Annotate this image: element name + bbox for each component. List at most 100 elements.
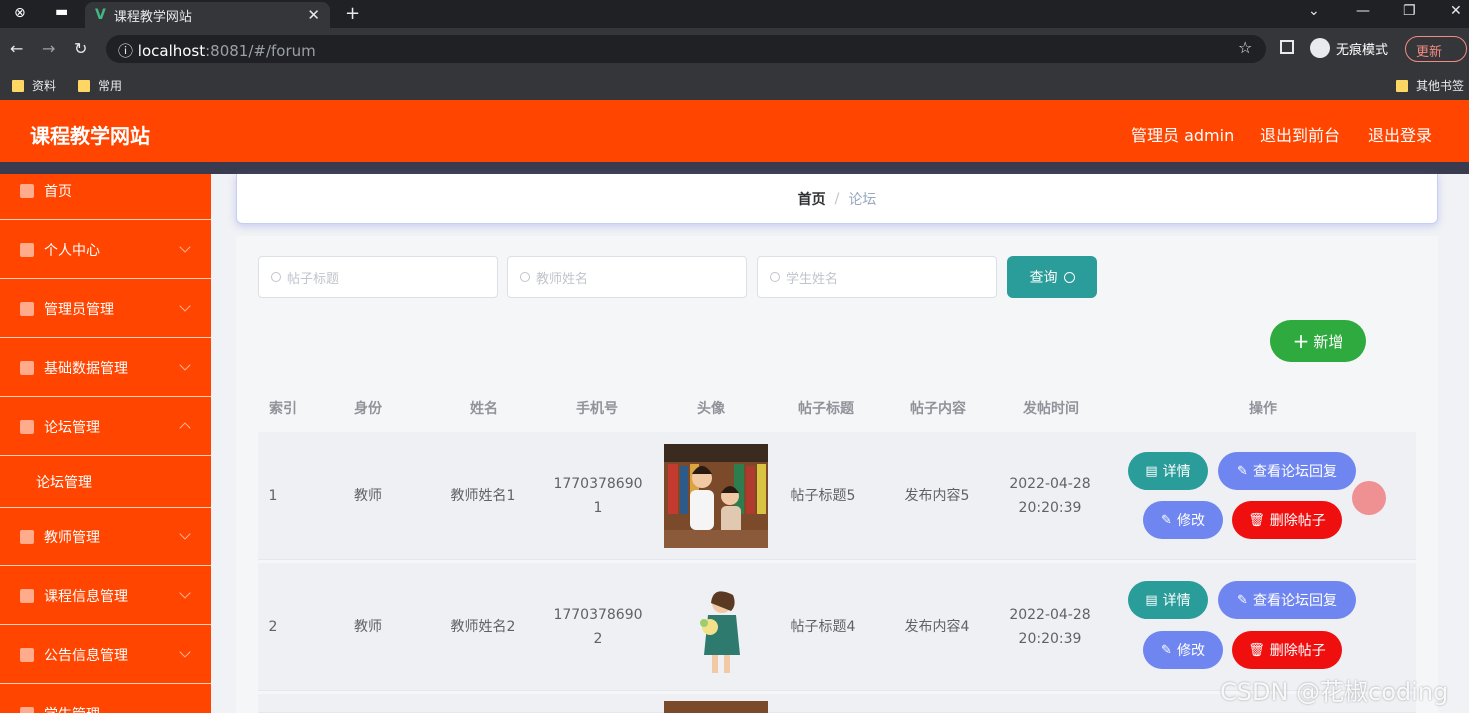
minimize-icon[interactable]: —: [1356, 3, 1370, 19]
incognito-indicator[interactable]: 无痕模式: [1310, 38, 1388, 58]
sidebar-item-label: 公告信息管理: [44, 645, 128, 665]
col-header-content: 帖子内容: [898, 398, 978, 418]
col-header-phone: 手机号: [567, 398, 627, 418]
url-field[interactable]: ⓘ localhost:8081/#/forum: [106, 35, 1266, 63]
search-icon: [271, 272, 281, 282]
col-header-time: 发帖时间: [1011, 398, 1091, 418]
cell-content: 发布内容4: [892, 615, 982, 639]
sidebar-item-base-data[interactable]: 基础数据管理: [0, 339, 211, 397]
delete-label: 删除帖子: [1270, 640, 1326, 660]
forum-icon: [20, 420, 34, 434]
detail-button[interactable]: ▤详情: [1128, 452, 1208, 490]
date-line: 2022-04-28: [1000, 603, 1100, 627]
tab-search-icon[interactable]: ▬: [55, 4, 68, 20]
delete-post-button[interactable]: 🗑 删除帖子: [1232, 631, 1342, 669]
edit-icon: ✎: [1237, 593, 1248, 608]
sidebar-item-label: 学生管理: [44, 704, 100, 713]
url-host: localhost: [138, 42, 205, 60]
breadcrumb-home[interactable]: 首页: [798, 189, 826, 209]
sidepanel-icon[interactable]: [1280, 40, 1294, 54]
reload-icon[interactable]: ↻: [74, 39, 87, 58]
app-title: 课程教学网站: [30, 120, 150, 149]
vue-logo-icon: V: [95, 7, 106, 23]
window-close-icon[interactable]: ✕: [1450, 3, 1462, 19]
edit-label: 修改: [1177, 510, 1205, 530]
folder-icon: [78, 80, 90, 92]
placeholder: 帖子标题: [287, 268, 339, 287]
col-header-actions: 操作: [1233, 398, 1293, 418]
plus-icon: +: [1293, 329, 1310, 353]
other-bookmarks[interactable]: 其他书签: [1396, 77, 1464, 94]
exit-to-front-link[interactable]: 退出到前台: [1260, 122, 1340, 146]
sidebar-item-label: 个人中心: [44, 240, 100, 260]
search-icon: [770, 272, 780, 282]
sidebar-item-courses[interactable]: 课程信息管理: [0, 567, 211, 625]
sidebar-item-notices[interactable]: 公告信息管理: [0, 626, 211, 684]
sidebar-item-teachers[interactable]: 教师管理: [0, 508, 211, 566]
user-icon: [20, 243, 34, 257]
phone-line-2: 2: [548, 627, 648, 651]
view-replies-button[interactable]: ✎查看论坛回复: [1218, 581, 1356, 619]
chevron-down-icon: [179, 300, 190, 311]
add-label: 新增: [1313, 331, 1343, 352]
time-line: 20:20:39: [1000, 627, 1100, 651]
search-icon: [520, 272, 530, 282]
home-icon: [20, 184, 34, 198]
cell-content: 发布内容5: [892, 484, 982, 508]
student-icon: [20, 707, 34, 713]
site-info-icon[interactable]: ⓘ: [118, 42, 138, 60]
sidebar-item-students[interactable]: 学生管理: [0, 685, 211, 713]
detail-button[interactable]: ▤详情: [1128, 581, 1208, 619]
browser-tab[interactable]: V 课程教学网站 ✕: [85, 2, 330, 28]
sidebar-item-forum[interactable]: 论坛管理: [0, 398, 211, 456]
phone-line-1: 1770378690: [548, 603, 648, 627]
avatar: [664, 444, 768, 548]
date-line: 2022-04-28: [1000, 472, 1100, 496]
forward-icon[interactable]: →: [42, 39, 55, 58]
sidebar-item-label: 基础数据管理: [44, 358, 128, 378]
sidebar-item-profile[interactable]: 个人中心: [0, 221, 211, 279]
teacher-name-search-input[interactable]: 教师姓名: [507, 256, 747, 298]
restore-icon[interactable]: ❐: [1403, 3, 1416, 19]
document-icon: ▤: [1145, 464, 1157, 479]
edit-button[interactable]: ✎ 修改: [1143, 501, 1223, 539]
trash-icon: 🗑: [1248, 513, 1265, 528]
logout-link[interactable]: 退出登录: [1368, 122, 1432, 146]
chevron-down-icon: [179, 646, 190, 657]
new-tab-icon[interactable]: +: [345, 3, 360, 24]
chevron-down-icon: [179, 359, 190, 370]
edit-button[interactable]: ✎修改: [1143, 631, 1223, 669]
phone-line-2: 1: [548, 496, 648, 520]
bookmark-star-icon[interactable]: ☆: [1238, 38, 1252, 57]
cell-title: 帖子标题5: [778, 484, 868, 508]
delete-post-button[interactable]: 🗑删除帖子: [1232, 501, 1342, 539]
col-header-avatar: 头像: [681, 398, 741, 418]
trash-icon: 🗑: [1248, 643, 1265, 658]
bookmark-folder-changyong[interactable]: 常用: [78, 77, 122, 94]
browser-tab-strip: ⊗ ▬ V 课程教学网站 ✕ + ⌄ — ❐ ✕: [0, 0, 1469, 28]
edit-icon: ✎: [1161, 513, 1172, 528]
admin-icon: [20, 302, 34, 316]
tab-list-icon[interactable]: ⌄: [1308, 3, 1320, 19]
update-button[interactable]: 更新: [1405, 36, 1467, 62]
sidebar-item-home[interactable]: 首页: [0, 174, 211, 220]
chrome-logo-icon[interactable]: ⊗: [14, 5, 26, 21]
student-name-search-input[interactable]: 学生姓名: [757, 256, 997, 298]
chevron-down-icon: [179, 241, 190, 252]
bookmark-folder-ziliao[interactable]: 资料: [12, 77, 56, 94]
cell-index: 2: [258, 615, 288, 639]
notice-icon: [20, 648, 34, 662]
breadcrumb-separator: /: [835, 191, 840, 207]
sidebar-subitem-forum-manage[interactable]: 论坛管理: [0, 456, 211, 508]
cell-time: 2022-04-2820:20:39: [1000, 603, 1100, 651]
incognito-icon: [1310, 38, 1330, 58]
back-icon[interactable]: ←: [10, 39, 23, 58]
sidebar-item-admins[interactable]: 管理员管理: [0, 280, 211, 338]
placeholder: 学生姓名: [786, 268, 838, 287]
post-title-search-input[interactable]: 帖子标题: [258, 256, 498, 298]
sidebar-item-label: 课程信息管理: [44, 586, 128, 606]
tab-close-icon[interactable]: ✕: [307, 6, 320, 24]
view-replies-button[interactable]: ✎查看论坛回复: [1218, 452, 1356, 490]
add-button[interactable]: +新增: [1270, 320, 1366, 362]
query-button[interactable]: 查询: [1007, 256, 1097, 298]
